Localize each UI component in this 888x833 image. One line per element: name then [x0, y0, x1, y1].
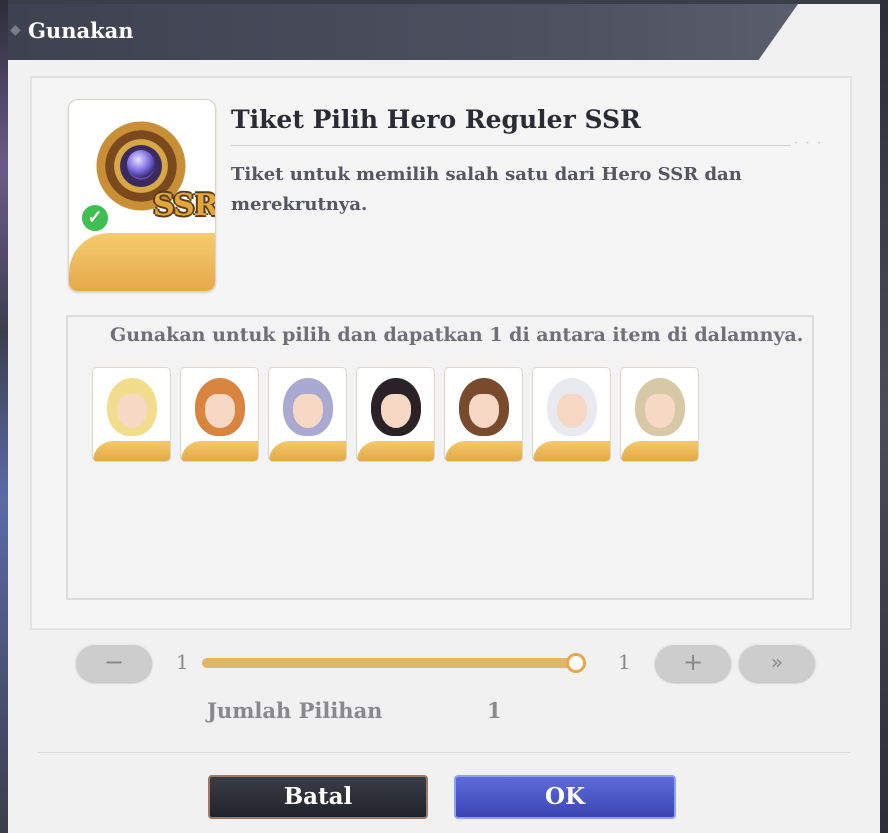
- choose-instruction: Gunakan untuk pilih dan dapatkan 1 di an…: [110, 324, 804, 346]
- hero-face: [469, 394, 499, 428]
- hero-face: [645, 394, 675, 428]
- hero-card[interactable]: [532, 367, 611, 462]
- slider-min-value: 1: [176, 650, 189, 674]
- ok-button[interactable]: OK: [454, 775, 676, 819]
- use-item-dialog: ◆ Gunakan SSR ✓ Tiket Pilih Hero Reguler…: [8, 4, 880, 833]
- hero-card[interactable]: [444, 367, 523, 462]
- hero-face: [205, 394, 235, 428]
- footer-divider: [38, 752, 850, 753]
- hero-card-band: [181, 441, 258, 461]
- title-divider: [231, 145, 791, 146]
- hero-face: [117, 394, 147, 428]
- quantity-slider-track[interactable]: [202, 658, 586, 668]
- hero-card[interactable]: [180, 367, 259, 462]
- ssr-badge: SSR: [153, 188, 216, 223]
- decrease-button[interactable]: −: [76, 644, 152, 682]
- hero-card[interactable]: [268, 367, 347, 462]
- dialog-title: Gunakan: [28, 18, 134, 43]
- hero-choice-box: [66, 315, 814, 600]
- background-right: [880, 0, 888, 833]
- hero-card[interactable]: [620, 367, 699, 462]
- quantity-slider-handle[interactable]: [566, 653, 586, 673]
- slider-max-value: 1: [618, 650, 631, 674]
- hero-face: [293, 394, 323, 428]
- ticket-item-card[interactable]: SSR ✓: [68, 99, 216, 292]
- hero-card-band: [357, 441, 434, 461]
- title-divider-dots: · · ·: [794, 136, 824, 150]
- quantity-value: 1: [487, 698, 502, 723]
- hero-card-band: [93, 441, 170, 461]
- hero-card[interactable]: [356, 367, 435, 462]
- background-left: [0, 0, 8, 833]
- hero-face: [557, 394, 587, 428]
- hero-card[interactable]: [92, 367, 171, 462]
- hero-card-band: [533, 441, 610, 461]
- hero-card-band: [621, 441, 698, 461]
- item-description: Tiket untuk memilih salah satu dari Hero…: [231, 164, 742, 215]
- cancel-button[interactable]: Batal: [208, 775, 428, 819]
- quantity-label: Jumlah Pilihan: [207, 698, 383, 723]
- hero-face: [381, 394, 411, 428]
- hero-card-band: [269, 441, 346, 461]
- item-name: Tiket Pilih Hero Reguler SSR: [231, 105, 641, 134]
- hero-card-band: [445, 441, 522, 461]
- quantity-slider-row: − 1 1 + »: [8, 640, 880, 700]
- card-gold-band: [69, 233, 215, 291]
- max-quantity-button[interactable]: »: [739, 644, 815, 682]
- check-icon: ✓: [79, 202, 111, 234]
- dialog-header: ◆ Gunakan: [8, 4, 798, 60]
- increase-button[interactable]: +: [655, 644, 731, 682]
- header-decoration-icon: ◆: [10, 22, 21, 38]
